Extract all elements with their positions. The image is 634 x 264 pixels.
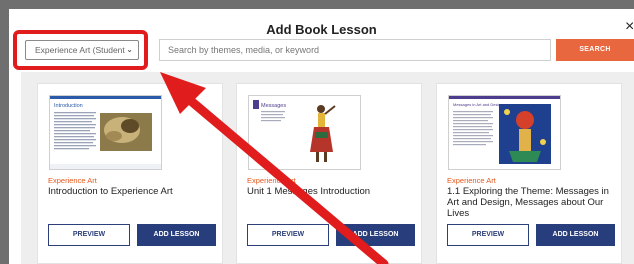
annotation-arrow-icon bbox=[160, 72, 389, 264]
